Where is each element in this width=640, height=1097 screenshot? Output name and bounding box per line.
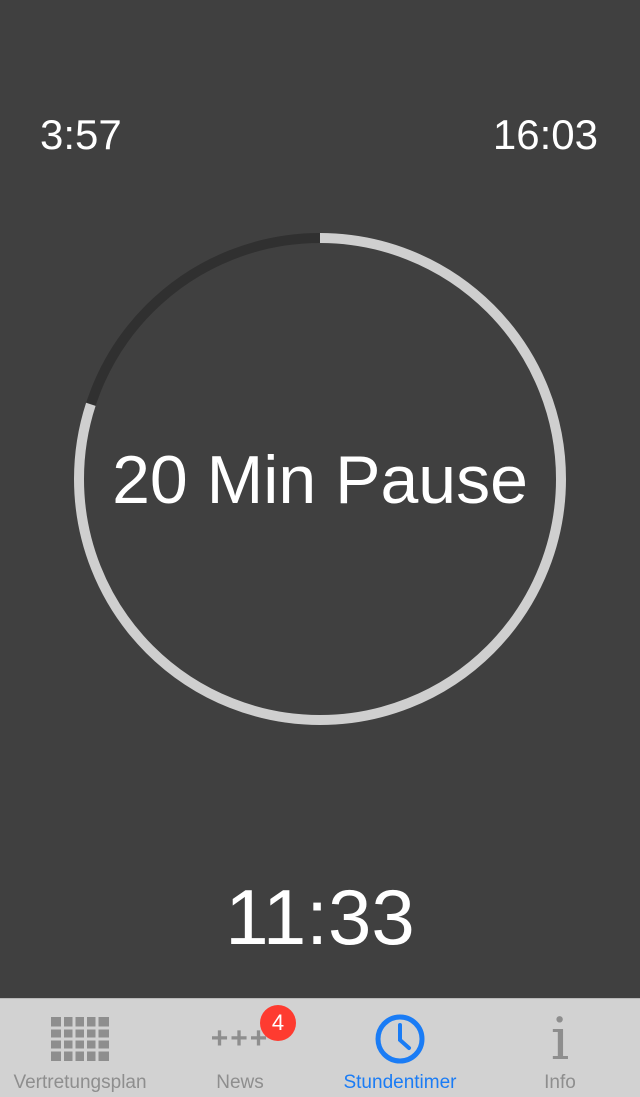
tab-label: News bbox=[216, 1072, 264, 1093]
tab-label: Vertretungsplan bbox=[13, 1072, 147, 1093]
clock-icon bbox=[374, 1007, 426, 1071]
tab-bar: Vertretungsplan +++ 4 News Stundentimer … bbox=[0, 998, 640, 1097]
tab-news[interactable]: +++ 4 News bbox=[160, 999, 320, 1097]
end-time: 16:03 bbox=[492, 111, 598, 158]
countdown: 11:33 bbox=[225, 873, 415, 961]
timer-label: 20 Min Pause bbox=[112, 442, 528, 518]
tab-stundentimer[interactable]: Stundentimer bbox=[320, 999, 480, 1097]
tab-label: Stundentimer bbox=[343, 1072, 457, 1093]
tab-vertretungsplan[interactable]: Vertretungsplan bbox=[0, 999, 160, 1097]
grid-icon bbox=[51, 1007, 109, 1071]
news-badge: 4 bbox=[260, 1005, 296, 1041]
elapsed-time: 3:57 bbox=[40, 111, 122, 158]
tab-label: Info bbox=[544, 1072, 576, 1093]
info-icon: i bbox=[550, 1005, 570, 1073]
tab-info[interactable]: i Info bbox=[480, 999, 640, 1097]
